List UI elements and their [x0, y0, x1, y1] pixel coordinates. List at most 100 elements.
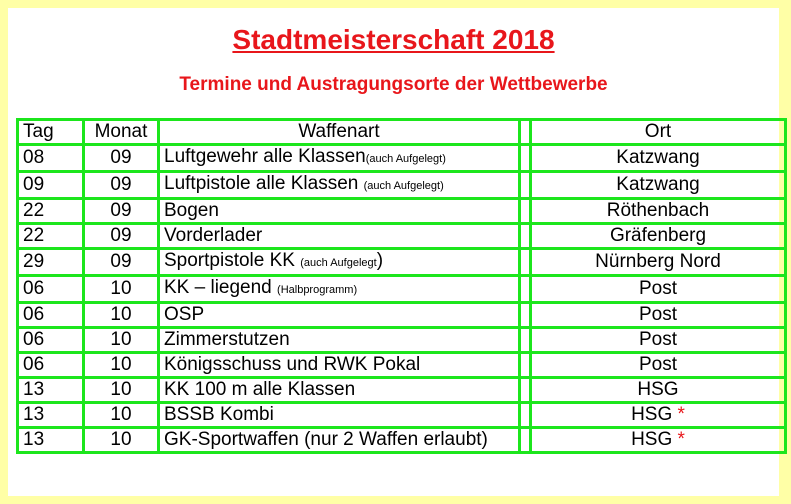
cell-monat: 10 [82, 351, 160, 379]
table-row: 13 10 GK-Sportwaffen (nur 2 Waffen erlaubt… [16, 426, 787, 454]
column-gap [518, 351, 532, 379]
column-gap [518, 222, 532, 250]
cell-monat: 09 [82, 170, 160, 200]
cell-tag: 29 [16, 247, 85, 277]
cell-waffenart: Königsschuss und RWK Pokal [157, 351, 521, 379]
table-row: 13 10 BSSB Kombi HSG * [16, 401, 787, 429]
waffenart-text: Zimmerstutzen [164, 329, 290, 350]
cell-monat: 10 [82, 301, 160, 329]
cell-ort: Röthenbach [529, 197, 787, 225]
waffenart-note: (auch Aufgelegt) [363, 180, 444, 192]
waffenart-text: Bogen [164, 200, 219, 221]
cell-monat: 09 [82, 247, 160, 277]
cell-tag: 13 [16, 401, 85, 429]
header-monat: Monat [82, 118, 160, 146]
waffenart-text: KK – liegend [164, 277, 278, 299]
cell-ort: HSG * [529, 401, 787, 429]
cell-waffenart: Bogen [157, 197, 521, 225]
cell-waffenart: Zimmerstutzen [157, 326, 521, 354]
table-row: 08 09 Luftgewehr alle Klassen(auch Aufgele… [16, 143, 787, 173]
cell-ort: Nürnberg Nord [529, 247, 787, 277]
column-gap [518, 274, 532, 304]
column-gap [518, 197, 532, 225]
waffenart-text: KK 100 m alle Klassen [164, 379, 356, 400]
table-row: 06 10 Zimmerstutzen Post [16, 326, 787, 354]
column-gap [518, 376, 532, 404]
cell-tag: 06 [16, 301, 85, 329]
table-header-row: Tag Monat Waffenart Ort [16, 118, 787, 146]
cell-waffenart: Luftgewehr alle Klassen(auch Aufgelegt) [157, 143, 521, 173]
cell-ort: Post [529, 274, 787, 304]
cell-monat: 10 [82, 376, 160, 404]
header-ort: Ort [529, 118, 787, 146]
table-row: 06 10 Königsschuss und RWK Pokal Post [16, 351, 787, 379]
header-waffenart: Waffenart [157, 118, 521, 146]
waffenart-note: (auch Aufgelegt [300, 257, 377, 269]
cell-monat: 10 [82, 326, 160, 354]
ort-text: Katzwang [616, 147, 700, 169]
cell-monat: 10 [82, 426, 160, 454]
cell-ort: Katzwang [529, 170, 787, 200]
cell-monat: 10 [82, 401, 160, 429]
column-gap [518, 326, 532, 354]
cell-monat: 09 [82, 197, 160, 225]
cell-monat: 09 [82, 222, 160, 250]
column-gap [518, 118, 532, 146]
waffenart-text: Luftpistole alle Klassen [164, 173, 364, 195]
cell-tag: 06 [16, 326, 85, 354]
column-gap [518, 170, 532, 200]
cell-waffenart: KK 100 m alle Klassen [157, 376, 521, 404]
column-gap [518, 426, 532, 454]
page-title: Stadtmeisterschaft 2018 [232, 24, 555, 55]
page-subtitle: Termine und Austragungsorte der Wettbewe… [179, 74, 608, 95]
ort-text: HSG [631, 404, 673, 425]
waffenart-note: (Halbprogramm) [277, 284, 358, 296]
cell-ort: Gräfenberg [529, 222, 787, 250]
cell-tag: 22 [16, 222, 85, 250]
waffenart-text: BSSB Kombi [164, 404, 274, 425]
cell-waffenart: Sportpistole KK (auch Aufgelegt) [157, 247, 521, 277]
waffenart-text: Königsschuss und RWK Pokal [164, 354, 421, 375]
ort-text: Post [638, 278, 678, 300]
header-tag: Tag [16, 118, 85, 146]
waffenart-note: (auch Aufgelegt) [365, 153, 446, 165]
cell-tag: 13 [16, 376, 85, 404]
document-sheet: Stadtmeisterschaft 2018 Termine und Aust… [8, 8, 787, 496]
table-row: 29 09 Sportpistole KK (auch Aufgelegt) Nürn… [16, 247, 787, 277]
ort-text: Gräfenberg [609, 225, 707, 246]
asterisk-marker: * [672, 404, 685, 425]
cell-tag: 22 [16, 197, 85, 225]
cell-waffenart: GK-Sportwaffen (nur 2 Waffen erlaubt) [157, 426, 521, 454]
cell-waffenart: Vorderlader [157, 222, 521, 250]
waffenart-text: Vorderlader [164, 225, 263, 246]
table-row: 13 10 KK 100 m alle Klassen HSG [16, 376, 787, 404]
table-row: 22 09 Vorderlader Gräfenberg [16, 222, 787, 250]
waffenart-suffix: ) [376, 250, 384, 272]
ort-text: Katzwang [616, 174, 700, 196]
cell-ort: Post [529, 351, 787, 379]
waffenart-text: OSP [164, 304, 205, 325]
table-row: 06 10 KK – liegend (Halbprogramm) Post [16, 274, 787, 304]
cell-waffenart: Luftpistole alle Klassen (auch Aufgelegt… [157, 170, 521, 200]
ort-text: Nürnberg Nord [595, 251, 721, 273]
cell-tag: 13 [16, 426, 85, 454]
cell-ort: Katzwang [529, 143, 787, 173]
ort-text: Post [638, 354, 678, 375]
cell-ort: Post [529, 326, 787, 354]
waffenart-text: Luftgewehr alle Klassen [164, 146, 366, 168]
ort-text: Post [638, 329, 678, 350]
cell-tag: 09 [16, 170, 85, 200]
waffenart-text: GK-Sportwaffen (nur 2 Waffen erlaubt) [164, 429, 488, 450]
table-row: 09 09 Luftpistole alle Klassen (auch Aufge… [16, 170, 787, 200]
cell-ort: Post [529, 301, 787, 329]
cell-waffenart: BSSB Kombi [157, 401, 521, 429]
column-gap [518, 247, 532, 277]
ort-text: Post [638, 304, 678, 325]
waffenart-text: Sportpistole KK [164, 250, 301, 272]
column-gap [518, 401, 532, 429]
ort-text: HSG [637, 379, 679, 400]
table-row: 22 09 Bogen Röthenbach [16, 197, 787, 225]
table-row: 06 10 OSP Post [16, 301, 787, 329]
cell-tag: 08 [16, 143, 85, 173]
cell-ort: HSG [529, 376, 787, 404]
